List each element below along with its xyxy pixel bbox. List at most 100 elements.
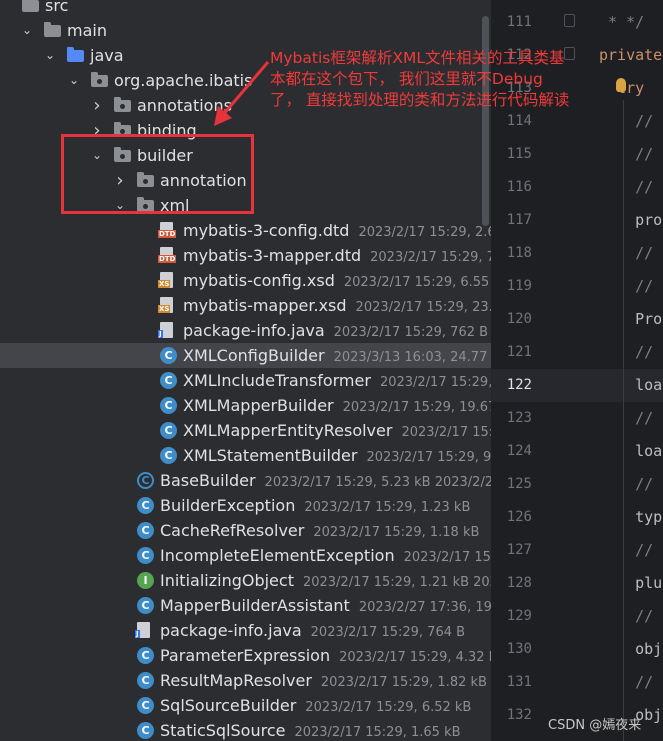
code-text: // [599,673,654,691]
line-number: 118 [506,245,532,261]
code-line[interactable]: 125 // [491,468,663,501]
package-icon [91,72,108,87]
tree-node[interactable]: XS mybatis-mapper.xsd 2023/2/17 15:29, 23.… [0,293,491,318]
project-tree[interactable]: src ⌄ main ⌄ java ⌄ org.apache.ibatis › annotati… [0,0,491,741]
tree-node[interactable]: C ParameterExpression 2023/2/17 15:29, 4.3… [0,643,491,668]
node-name: XMLMapperEntityResolver [183,421,393,440]
tree-node[interactable]: C BuilderException 2023/2/17 15:29, 1.23 k… [0,493,491,518]
code-line[interactable]: 116 // [491,171,663,204]
code-text: // [599,409,654,427]
line-number: 128 [506,575,532,591]
code-line[interactable]: 121 // [491,336,663,369]
code-text: typ [599,508,663,526]
tree-node[interactable]: src [0,0,491,18]
code-line[interactable]: 123 // [491,402,663,435]
line-number: 125 [506,476,532,492]
node-name: java [90,46,124,65]
line-number: 121 [506,344,532,360]
tree-node[interactable]: I InitializingObject 2023/2/17 15:29, 1.21… [0,568,491,593]
code-line[interactable]: 130 obj [491,633,663,666]
folder-icon [22,0,39,12]
code-line[interactable]: 129 // [491,600,663,633]
code-line[interactable]: 131 // [491,666,663,699]
tree-node[interactable]: C ResultMapResolver 2023/2/17 15:29, 1.82 … [0,668,491,693]
tree-node-label: mybatis-mapper.xsd 2023/2/17 15:29, 23.9 [183,293,491,320]
code-text: loa [599,376,663,394]
tree-node[interactable]: C XMLConfigBuilder 2023/3/13 16:03, 24.77 … [0,343,491,368]
class-icon: C [137,497,154,514]
tree-node[interactable]: DTD mybatis-3-mapper.dtd 2023/2/17 15:29, … [0,243,491,268]
code-line[interactable]: 111 * */ [491,6,663,39]
code-text: // [599,541,654,559]
node-name: CacheRefResolver [160,521,305,540]
lightbulb-icon[interactable] [616,78,626,92]
tree-node[interactable]: C XMLStatementBuilder 2023/2/17 15:29, 9.5 [0,443,491,468]
code-line[interactable]: 127 // [491,534,663,567]
class-icon: C [160,397,177,414]
node-meta: 2023/2/17 15:29, 4.32 kB [339,650,491,665]
code-text: // [599,475,654,493]
node-meta: 2023/2/17 15:29, 23.9 [355,300,491,315]
node-name: IncompleteElementException [160,546,395,565]
tree-node[interactable]: C IncompleteElementException 2023/2/17 15:… [0,543,491,568]
code-editor[interactable]: 111 * */112 private 113 try 114 //115 //116… [491,0,663,741]
tree-node[interactable]: Jpackage-info.java 2023/2/17 15:29, 764 B [0,618,491,643]
code-line[interactable]: 122 loa [491,369,663,402]
code-text: // [599,343,654,361]
node-name: org.apache.ibatis [114,71,253,90]
class-icon: C [137,647,154,664]
node-name: MapperBuilderAssistant [160,596,350,615]
line-number: 119 [506,278,532,294]
chevron-right-icon[interactable]: › [90,93,104,118]
code-text: plu [599,574,663,592]
node-name: BuilderException [160,496,296,515]
tree-node-label: mybatis-3-mapper.dtd 2023/2/17 15:29, 7. [183,243,491,270]
code-text: * */ [599,13,645,31]
folder-icon [44,22,61,37]
node-meta: 2023/2/17 15:29, 2.6 [358,225,491,240]
code-line[interactable]: 118 // [491,237,663,270]
tree-node[interactable]: Jpackage-info.java 2023/2/17 15:29, 762 B [0,318,491,343]
tree-node[interactable]: C StaticSqlSource 2023/2/17 15:29, 1.65 kB [0,718,491,741]
node-meta: 2023/2/17 15:29, 1.23 kB [304,500,471,515]
tree-node[interactable]: C MapperBuilderAssistant 2023/2/27 17:36, … [0,593,491,618]
code-line[interactable]: 119 // [491,270,663,303]
line-number: 126 [506,509,532,525]
tree-node[interactable]: C XMLIncludeTransformer 2023/2/17 15:29, [0,368,491,393]
code-line[interactable]: 115 // [491,138,663,171]
node-name: mybatis-config.xsd [183,271,335,290]
line-number: 122 [506,377,532,393]
class-icon: C [160,422,177,439]
tree-node-label: IncompleteElementException 2023/2/17 15:2 [160,543,491,570]
tree-node[interactable]: XS mybatis-config.xsd 2023/2/17 15:29, 6.5… [0,268,491,293]
tree-node-label: XMLMapperBuilder 2023/2/17 15:29, 19.67 [183,393,491,420]
fold-marker-icon[interactable] [564,14,575,27]
tree-node[interactable]: C BaseBuilder 2023/2/17 15:29, 5.23 kB 202… [0,468,491,493]
code-text: pro [599,211,663,229]
line-number: 117 [506,212,532,228]
chevron-down-icon[interactable]: ⌄ [43,43,57,68]
tree-node[interactable]: C CacheRefResolver 2023/2/17 15:29, 1.18 k… [0,518,491,543]
tree-node[interactable]: ⌄ main [0,18,491,43]
tree-node[interactable]: C XMLMapperEntityResolver 2023/2/17 15:2 [0,418,491,443]
code-line[interactable]: 117 pro [491,204,663,237]
tree-node[interactable]: DTD mybatis-3-config.dtd 2023/2/17 15:29, … [0,218,491,243]
class-icon: C [137,522,154,539]
code-line[interactable]: 128 plu [491,567,663,600]
line-number: 127 [506,542,532,558]
tree-node[interactable]: C SqlSourceBuilder 2023/2/17 15:29, 6.52 k… [0,693,491,718]
node-name: XMLStatementBuilder [183,446,358,465]
tree-node-label: ParameterExpression 2023/2/17 15:29, 4.32… [160,643,491,670]
node-name: XMLIncludeTransformer [183,371,371,390]
code-line[interactable]: 120 Pro [491,303,663,336]
tree-node[interactable]: C XMLMapperBuilder 2023/2/17 15:29, 19.67 [0,393,491,418]
chevron-down-icon[interactable]: ⌄ [67,68,81,93]
code-line[interactable]: 124 loa [491,435,663,468]
tree-node-label: main [67,18,107,43]
code-line[interactable]: 126 typ [491,501,663,534]
chevron-down-icon[interactable]: ⌄ [20,18,34,43]
tree-node-label: XMLIncludeTransformer 2023/2/17 15:29, [183,368,491,395]
class-icon: C [137,722,154,739]
abstract-class-icon: C [137,472,154,489]
interface-icon: I [137,572,154,589]
